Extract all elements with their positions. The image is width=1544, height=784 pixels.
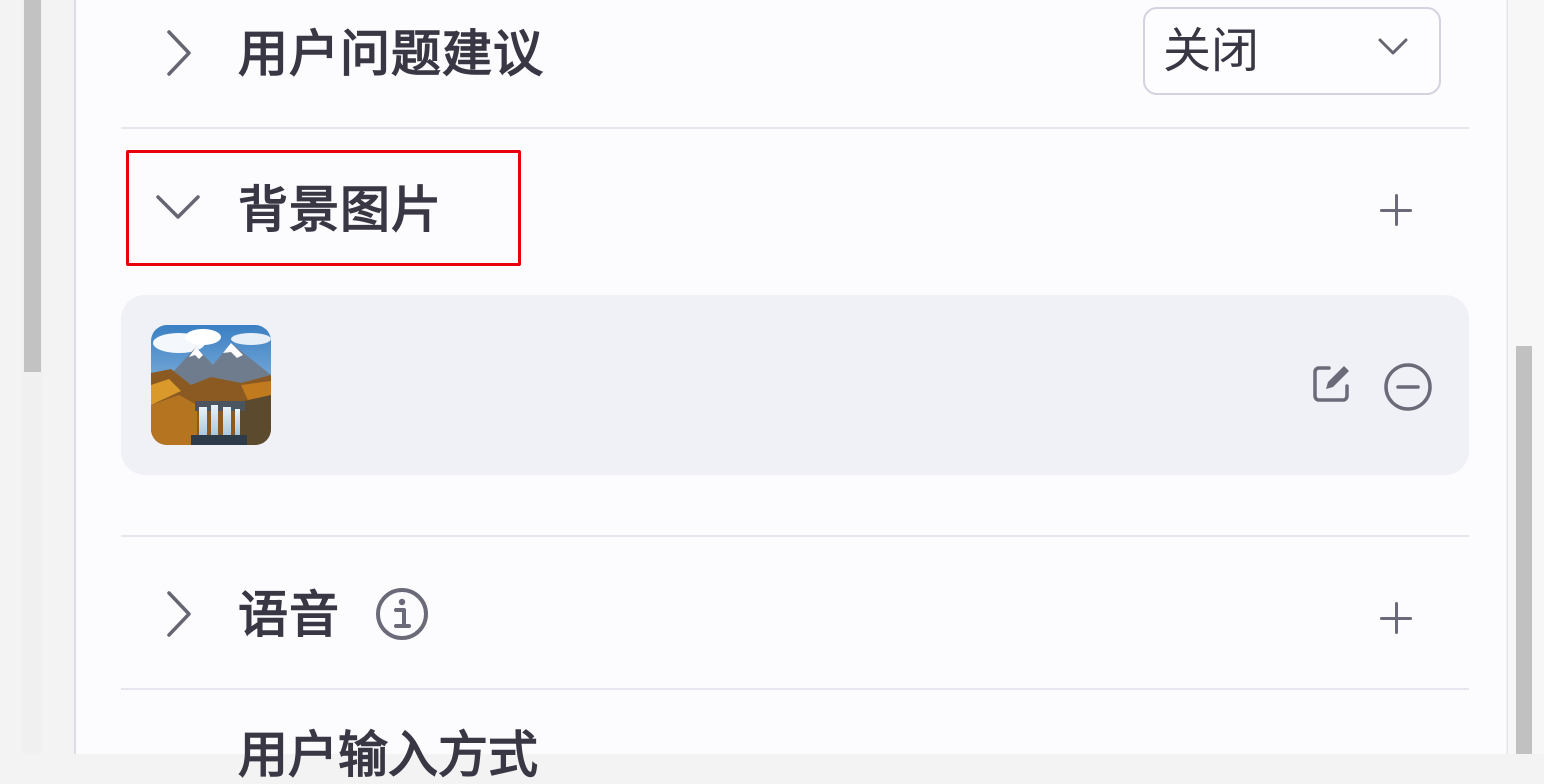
section-title-user-feedback[interactable]: 用户问题建议 <box>238 29 544 79</box>
background-image-thumbnail[interactable] <box>151 325 271 445</box>
user-feedback-select[interactable]: 关闭 <box>1143 7 1441 95</box>
outer-scrollbar-thumb[interactable] <box>24 0 41 372</box>
right-scrollbar-thumb[interactable] <box>1516 346 1532 754</box>
divider <box>121 688 1469 690</box>
chevron-down-icon <box>1378 38 1408 55</box>
info-icon[interactable] <box>375 587 429 641</box>
chevron-down-icon[interactable] <box>154 192 202 222</box>
background-image-item <box>121 295 1469 475</box>
landscape-image <box>151 325 271 445</box>
section-title-voice[interactable]: 语音 <box>238 590 340 640</box>
add-background-image-icon[interactable] <box>1380 194 1412 226</box>
divider <box>121 127 1469 129</box>
minus-circle-icon[interactable] <box>1383 362 1433 412</box>
add-voice-icon[interactable] <box>1380 602 1412 634</box>
chevron-right-icon[interactable] <box>163 28 193 78</box>
section-title-input-mode[interactable]: 用户输入方式 <box>238 730 538 780</box>
chevron-right-icon[interactable] <box>163 589 193 639</box>
section-title-background-image[interactable]: 背景图片 <box>238 185 442 235</box>
select-value: 关闭 <box>1163 23 1260 79</box>
divider <box>121 535 1469 537</box>
edit-icon[interactable] <box>1309 362 1353 406</box>
